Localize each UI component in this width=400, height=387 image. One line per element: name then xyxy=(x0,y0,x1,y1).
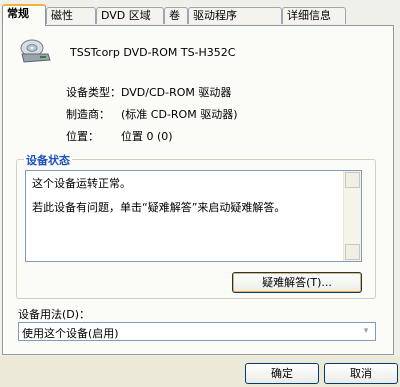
location-label: 位置： xyxy=(66,130,99,143)
device-usage-select[interactable]: 使用这个设备(启用) ▾ xyxy=(18,322,376,341)
tab-label: 磁性 xyxy=(51,9,73,22)
chevron-down-icon[interactable]: ▾ xyxy=(359,325,373,338)
status-line: 若此设备有问题，单击“疑难解答”来启动疑难解答。 xyxy=(32,201,286,214)
cancel-button[interactable]: 取消 xyxy=(324,363,398,384)
tab-dvd-region[interactable]: DVD 区域 xyxy=(96,7,164,24)
device-status-text: 这个设备运转正常。 若此设备有问题，单击“疑难解答”来启动疑难解答。 xyxy=(25,170,362,262)
tab-label: 详细信息 xyxy=(287,9,331,22)
tab-label: 常规 xyxy=(7,7,29,20)
device-usage-value: 使用这个设备(启用) xyxy=(22,327,119,340)
tab-strip: 常规 磁性 DVD 区域 卷 驱动程序 详细信息 xyxy=(0,0,400,26)
manufacturer-label: 制造商： xyxy=(66,108,110,121)
scroll-up-button[interactable] xyxy=(345,172,360,188)
tab-driver[interactable]: 驱动程序 xyxy=(188,7,282,24)
tab-label: 驱动程序 xyxy=(193,9,237,22)
tab-volumes[interactable]: 卷 xyxy=(164,7,188,24)
ok-button[interactable]: 确定 xyxy=(245,363,319,384)
vertical-scrollbar[interactable] xyxy=(343,171,361,261)
device-usage-label: 设备用法(D)： xyxy=(18,308,91,321)
manufacturer-value: (标准 CD-ROM 驱动器) xyxy=(121,108,238,121)
device-type-value: DVD/CD-ROM 驱动器 xyxy=(121,86,232,99)
device-name: TSSTcorp DVD-ROM TS-H352C xyxy=(70,46,236,59)
location-value: 位置 0 (0) xyxy=(121,130,173,143)
dvd-drive-icon xyxy=(20,39,51,63)
tab-label: DVD 区域 xyxy=(101,9,151,22)
device-status-title: 设备状态 xyxy=(24,152,72,168)
status-line: 这个设备运转正常。 xyxy=(32,177,131,190)
scroll-down-button[interactable] xyxy=(345,244,360,260)
tab-details[interactable]: 详细信息 xyxy=(282,7,346,24)
device-type-label: 设备类型： xyxy=(66,86,121,99)
tab-general[interactable]: 常规 xyxy=(2,4,46,26)
tab-magnetic[interactable]: 磁性 xyxy=(46,7,96,24)
tab-label: 卷 xyxy=(169,9,180,22)
troubleshoot-button[interactable]: 疑难解答(T)... xyxy=(232,272,362,293)
